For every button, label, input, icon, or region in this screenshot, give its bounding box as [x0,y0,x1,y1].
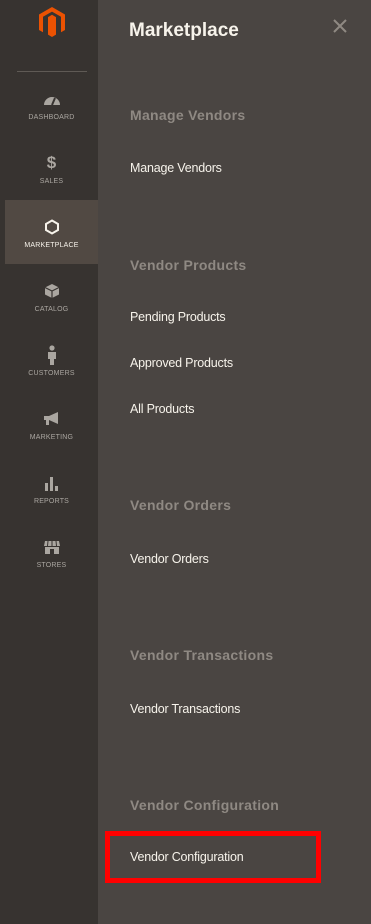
menu-link-approved-products[interactable]: Approved Products [130,356,233,370]
panel-title: Marketplace [129,20,239,41]
marketplace-submenu-panel: Marketplace Manage Vendors Manage Vendor… [98,0,371,924]
storefront-icon [43,536,61,558]
box-icon [44,280,60,302]
section-heading-vendor-products: Vendor Products [130,257,247,273]
section-heading-vendor-configuration: Vendor Configuration [130,797,280,813]
magento-logo-icon[interactable] [5,0,98,72]
nav-reports-label: REPORTS [33,497,70,505]
dollar-icon: $ [46,152,57,172]
person-icon [46,344,58,366]
section-heading-vendor-transactions: Vendor Transactions [130,647,274,663]
nav-marketing-label: MARKETING [29,433,74,441]
nav-marketing[interactable]: MARKETING [5,392,98,456]
section-heading-manage-vendors: Manage Vendors [130,107,246,123]
nav-sales-label: SALES [39,177,64,185]
close-icon[interactable] [328,14,352,38]
admin-sidebar: DASHBOARD $ SALES MARKETPLACE CATALOG CU… [5,0,98,924]
nav-catalog[interactable]: CATALOG [5,264,98,328]
menu-link-all-products[interactable]: All Products [130,402,194,416]
hexagon-icon [44,216,60,238]
highlight-box [105,831,321,883]
nav-stores[interactable]: STORES [5,520,98,584]
menu-link-vendor-transactions[interactable]: Vendor Transactions [130,702,240,716]
speedometer-icon [43,88,61,110]
nav-customers[interactable]: CUSTOMERS [5,328,98,392]
nav-customers-label: CUSTOMERS [28,369,75,377]
section-heading-vendor-orders: Vendor Orders [130,497,232,513]
menu-link-manage-vendors[interactable]: Manage Vendors [130,161,222,175]
menu-link-pending-products[interactable]: Pending Products [130,310,226,324]
menu-link-vendor-orders[interactable]: Vendor Orders [130,552,209,566]
nav-reports[interactable]: REPORTS [5,456,98,520]
nav-marketplace[interactable]: MARKETPLACE [5,200,98,264]
megaphone-icon [43,408,61,430]
nav-sales[interactable]: $ SALES [5,136,98,200]
bar-chart-icon [44,472,60,494]
nav-dashboard-label: DASHBOARD [28,113,75,121]
nav-marketplace-label: MARKETPLACE [24,241,79,249]
nav-stores-label: STORES [36,561,67,569]
nav-dashboard[interactable]: DASHBOARD [5,72,98,136]
nav-catalog-label: CATALOG [34,305,69,313]
